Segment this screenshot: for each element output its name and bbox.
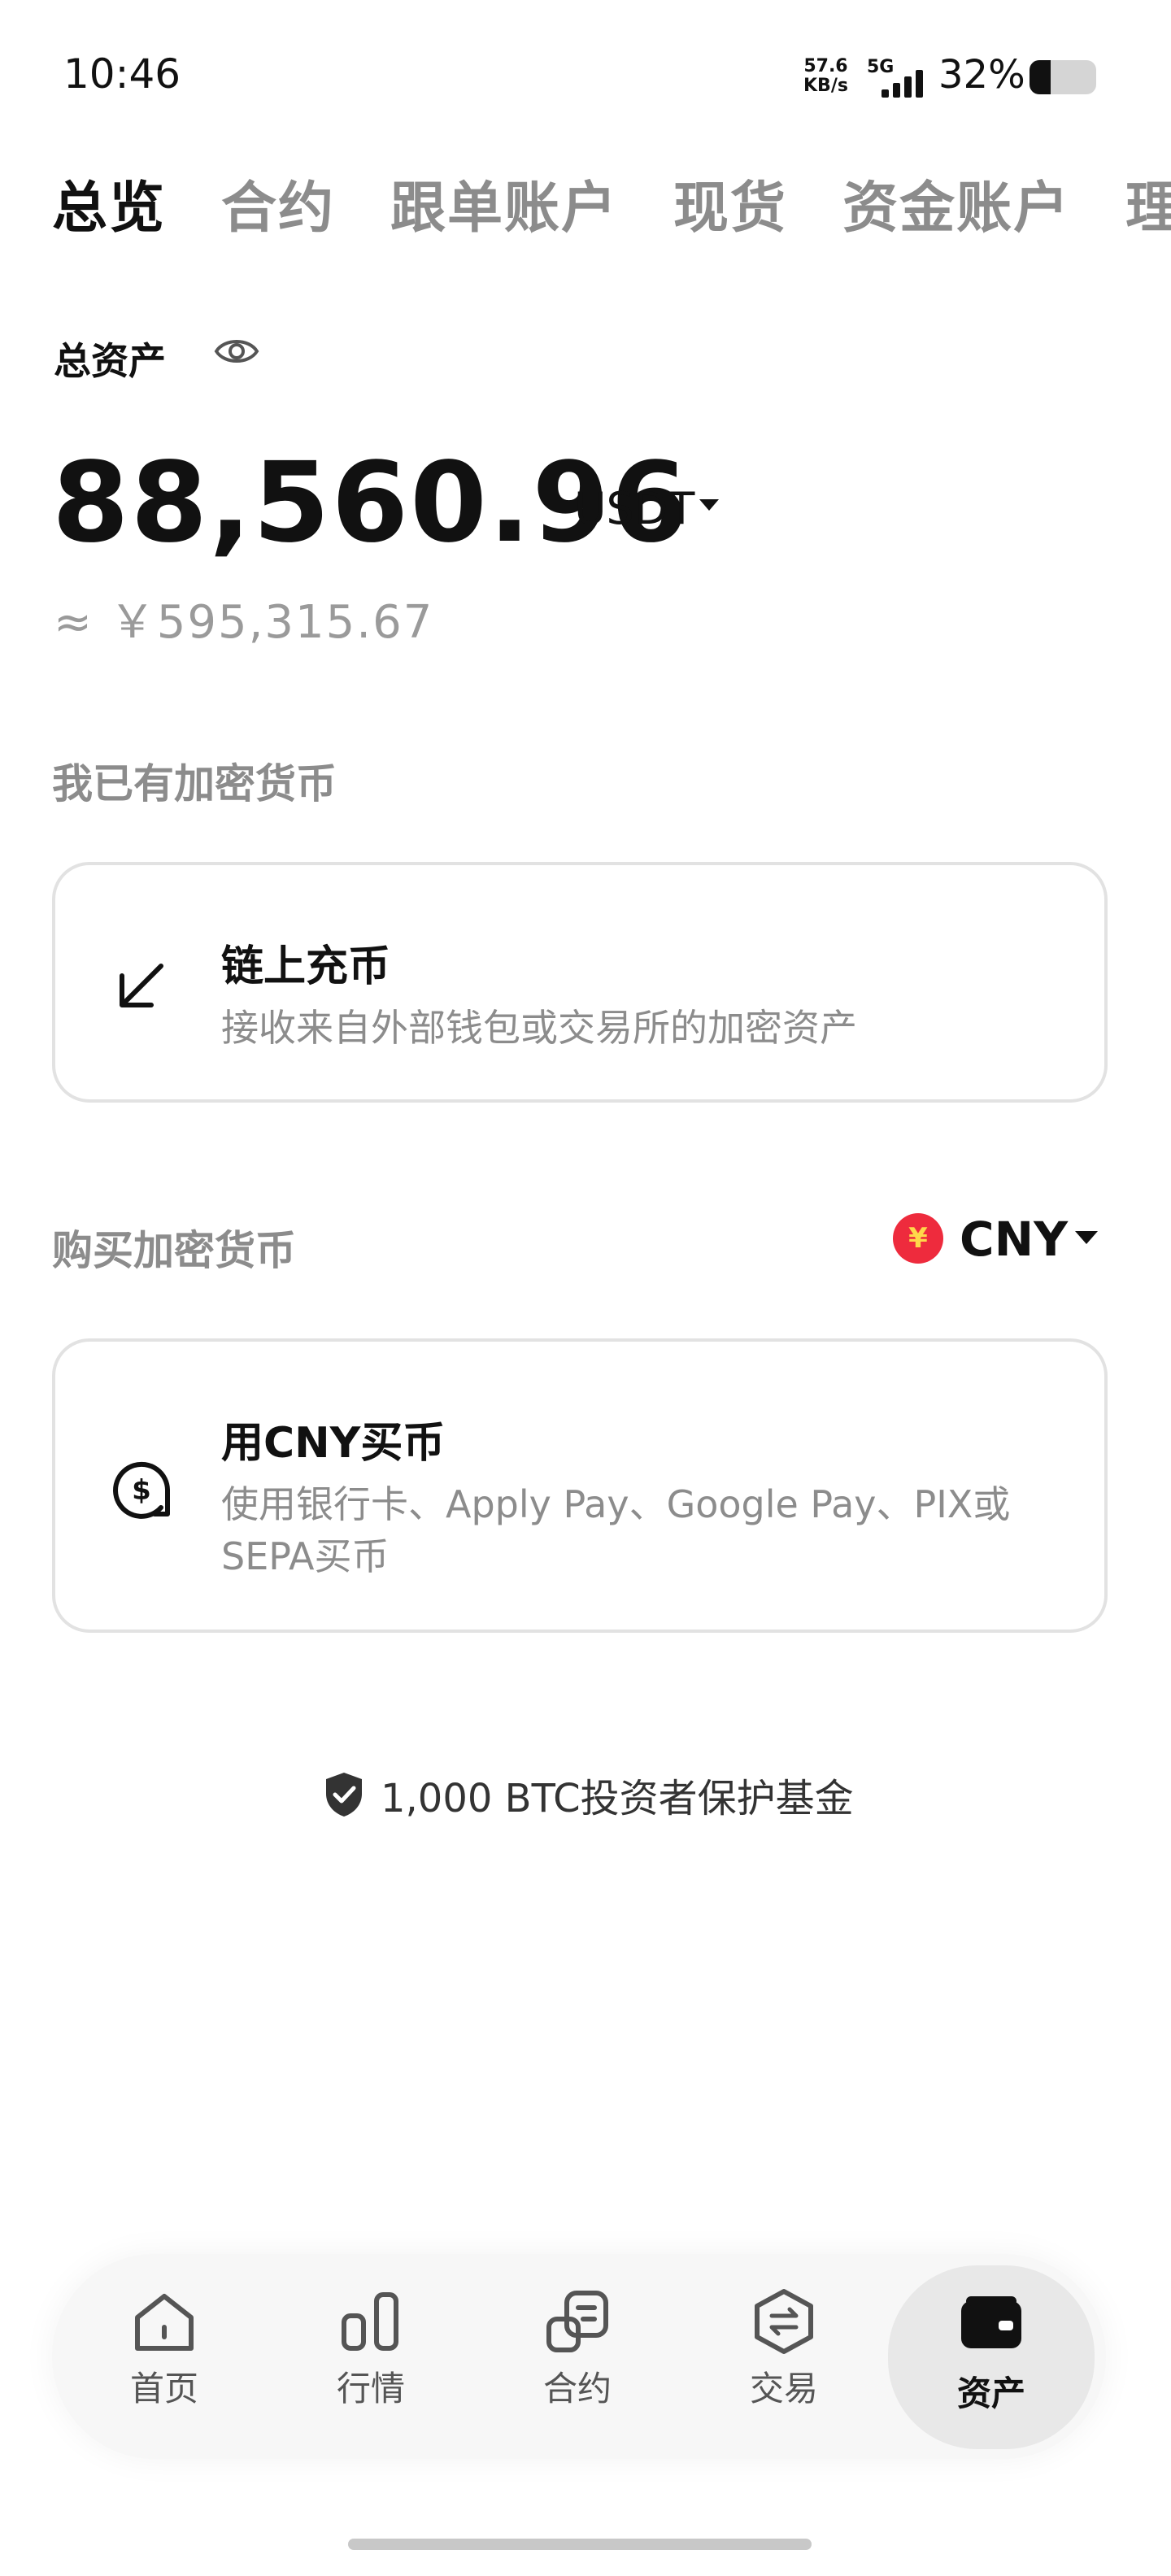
network-speed-value: 57.6 [803,56,848,76]
caret-down-icon[interactable] [1075,1231,1098,1244]
buy-with-cny-subtitle-line2: SEPA买币 [221,1534,390,1578]
nav-home-label: 首页 [129,2369,198,2408]
total-assets-label: 总资产 [54,339,166,383]
svg-text:$: $ [132,1474,151,1507]
nav-contract[interactable]: 合约 [480,2278,675,2438]
have-crypto-title: 我已有加密货币 [52,760,337,807]
tab-funding[interactable]: 资金账户 [842,163,1070,241]
nav-trade-label: 交易 [749,2369,818,2408]
tab-overview[interactable]: 总览 [52,163,166,241]
account-tabs: 总览 合约 跟单账户 现货 资金账户 理 [52,163,1171,241]
signal-icon [878,60,930,98]
battery-level [1030,60,1051,94]
onchain-deposit-subtitle: 接收来自外部钱包或交易所的加密资产 [221,1006,857,1050]
nav-market-label: 行情 [336,2369,405,2408]
battery-icon [1030,60,1096,94]
battery-percent: 32% [938,52,1025,98]
market-icon [342,2292,398,2351]
onchain-deposit-title: 链上充币 [221,942,391,991]
approx-cny-value: ≈ ￥595,315.67 [54,596,434,649]
buy-with-cny-subtitle-line1: 使用银行卡、Apply Pay、Google Pay、PIX或 [221,1482,1011,1526]
buy-crypto-icon: $ [113,1461,170,1519]
bottom-nav: 首页 行情 合约 交易 资产 [52,2254,1106,2459]
nav-assets[interactable]: 资产 [888,2265,1095,2449]
buy-with-cny-card[interactable]: $ 用CNY买币 使用银行卡、Apply Pay、Google Pay、PIX或… [52,1338,1108,1633]
arrow-down-left-icon [120,964,163,1007]
status-time: 10:46 [63,50,181,98]
cny-flag-icon[interactable]: ¥ [893,1213,943,1264]
nav-trade[interactable]: 交易 [686,2278,882,2438]
protection-fund-text: 1,000 BTC投资者保护基金 [381,1776,854,1821]
currency-unit-selector[interactable]: USDT [574,483,694,534]
buy-with-cny-title: 用CNY买币 [221,1419,446,1468]
wallet-icon [961,2296,1021,2348]
eye-icon[interactable] [213,333,260,369]
contract-icon [546,2291,608,2352]
tab-copy-trading[interactable]: 跟单账户 [390,163,618,241]
network-speed: 57.6 KB/s [803,57,848,96]
protection-fund-link[interactable]: 1,000 BTC投资者保护基金 [324,1766,854,1823]
tab-contract[interactable]: 合约 [221,163,335,241]
nav-market[interactable]: 行情 [273,2278,468,2438]
nav-home[interactable]: 首页 [67,2278,262,2438]
trade-icon [755,2289,813,2354]
network-speed-unit: KB/s [803,76,848,96]
tab-wealth[interactable]: 理 [1125,163,1171,241]
buy-crypto-title: 购买加密货币 [52,1227,296,1274]
home-icon [135,2294,194,2351]
home-indicator[interactable] [348,2539,812,2550]
onchain-deposit-card[interactable]: 链上充币 接收来自外部钱包或交易所的加密资产 [52,862,1108,1103]
nav-assets-label: 资产 [956,2374,1025,2413]
shield-check-icon [326,1773,362,1817]
caret-down-icon[interactable] [699,499,719,511]
nav-contract-label: 合约 [542,2369,612,2408]
fiat-currency-selector[interactable]: CNY [960,1212,1068,1267]
tab-spot[interactable]: 现货 [673,163,787,241]
